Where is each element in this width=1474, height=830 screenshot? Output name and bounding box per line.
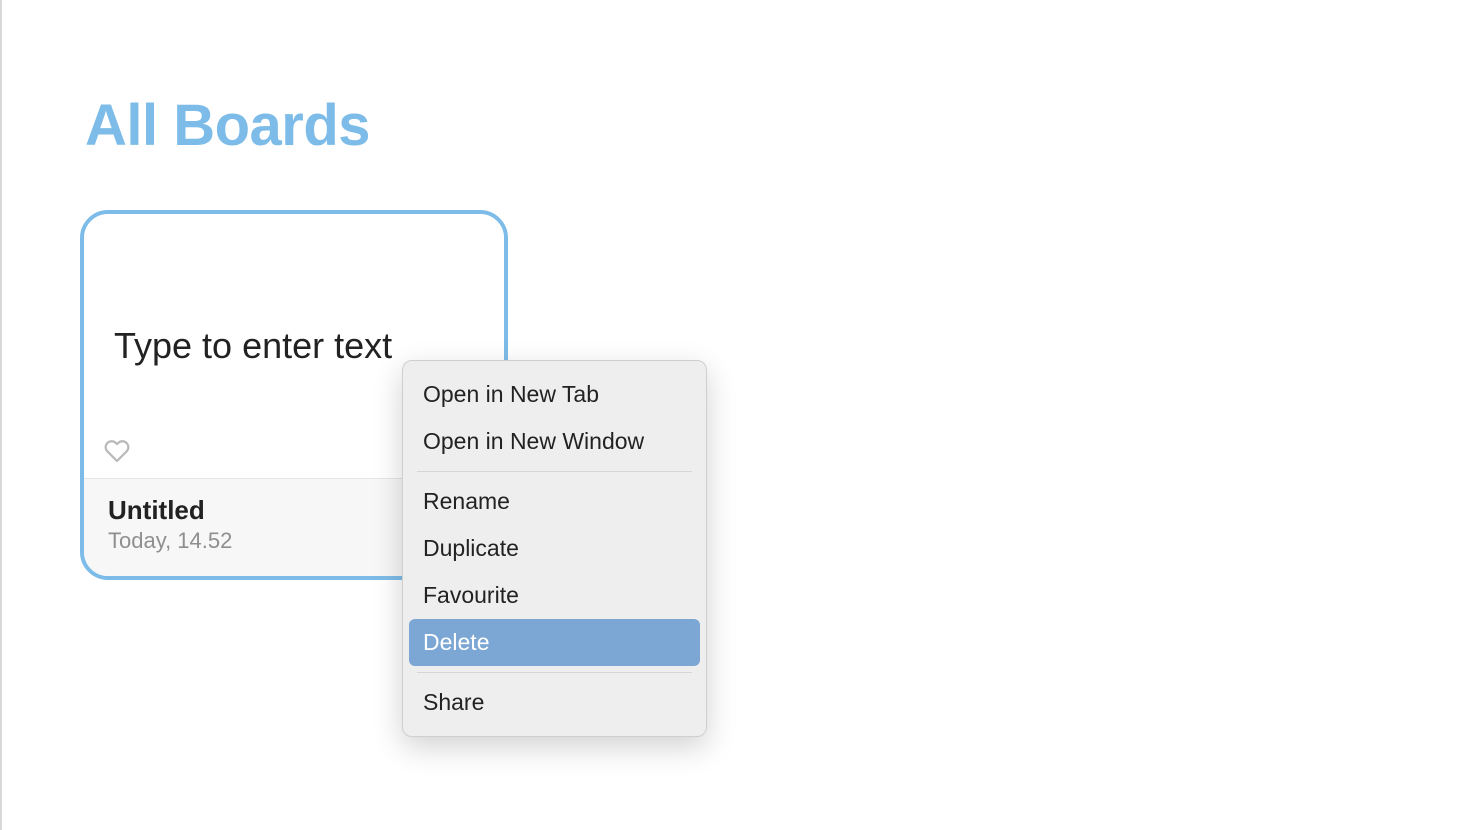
board-preview-text: Type to enter text — [114, 325, 392, 367]
heart-icon[interactable] — [104, 438, 130, 464]
menu-separator — [417, 672, 692, 673]
menu-rename[interactable]: Rename — [403, 478, 706, 525]
menu-delete[interactable]: Delete — [409, 619, 700, 666]
menu-favourite[interactable]: Favourite — [403, 572, 706, 619]
menu-duplicate[interactable]: Duplicate — [403, 525, 706, 572]
left-divider — [0, 0, 2, 830]
menu-open-new-window[interactable]: Open in New Window — [403, 418, 706, 465]
page-title: All Boards — [85, 92, 370, 159]
context-menu: Open in New Tab Open in New Window Renam… — [402, 360, 707, 737]
menu-separator — [417, 471, 692, 472]
menu-open-new-tab[interactable]: Open in New Tab — [403, 371, 706, 418]
menu-share[interactable]: Share — [403, 679, 706, 726]
